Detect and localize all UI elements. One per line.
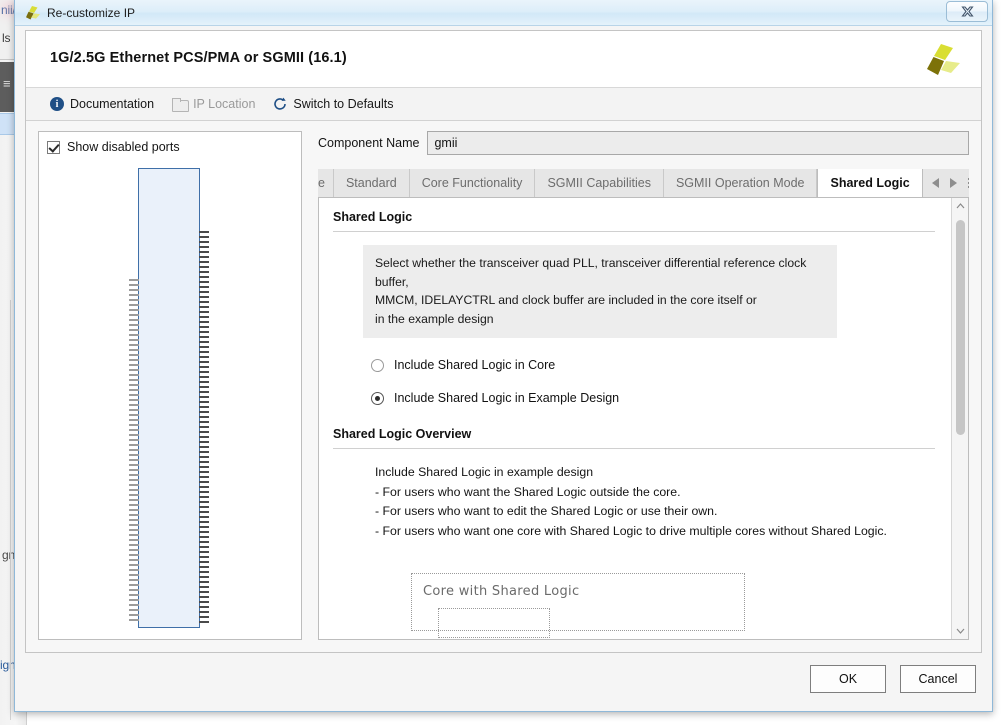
scrollbar-thumb[interactable] bbox=[956, 220, 965, 435]
triangle-right-icon[interactable] bbox=[949, 178, 957, 188]
page-title: 1G/2.5G Ethernet PCS/PMA or SGMII (16.1) bbox=[50, 50, 347, 66]
component-name-row: Component Name bbox=[318, 131, 969, 155]
switch-to-defaults-button[interactable]: Switch to Defaults bbox=[273, 95, 402, 113]
diagram-inner-box bbox=[438, 608, 550, 638]
dialog-title: Re-customize IP bbox=[47, 5, 136, 20]
radio-include-shared-logic-in-example-design[interactable]: Include Shared Logic in Example Design bbox=[371, 391, 935, 405]
triangle-left-icon[interactable] bbox=[931, 178, 939, 188]
ip-config-column: Component Name e Standard Core Functiona… bbox=[316, 131, 969, 640]
overview-section-title: Shared Logic Overview bbox=[333, 427, 472, 441]
dialog-body: 1G/2.5G Ethernet PCS/PMA or SGMII (16.1)… bbox=[25, 30, 982, 653]
ok-button[interactable]: OK bbox=[810, 665, 886, 693]
tab-sgmii-capabilities[interactable]: SGMII Capabilities bbox=[535, 169, 664, 197]
cancel-button[interactable]: Cancel bbox=[900, 665, 976, 693]
overview-line: - For users who want one core with Share… bbox=[375, 523, 887, 538]
content-vertical-scrollbar[interactable] bbox=[951, 198, 968, 639]
section-divider bbox=[333, 231, 935, 232]
description-line: Select whether the transceiver quad PLL,… bbox=[375, 256, 807, 289]
description-line: in the example design bbox=[375, 311, 494, 326]
ip-symbol-block bbox=[129, 168, 209, 628]
tab-shared-logic[interactable]: Shared Logic bbox=[817, 169, 923, 197]
refresh-icon bbox=[273, 97, 287, 111]
section-divider bbox=[333, 448, 935, 449]
documentation-button[interactable]: i Documentation bbox=[50, 95, 163, 113]
background-text-fragment: gn bbox=[2, 548, 15, 562]
config-tab-panel: e Standard Core Functionality SGMII Capa… bbox=[318, 169, 969, 640]
dialog-content: Show disabled ports Component Name e Sta… bbox=[26, 121, 981, 652]
shared-logic-tab-content: Shared Logic Select whether the transcei… bbox=[318, 198, 969, 640]
info-icon: i bbox=[50, 97, 64, 111]
xilinx-logo-icon bbox=[23, 5, 41, 21]
ip-toolbar: i Documentation IP Location Switch to De… bbox=[26, 88, 981, 121]
description-line: MMCM, IDELAYCTRL and clock buffer are in… bbox=[375, 293, 757, 307]
tab-standard[interactable]: Standard bbox=[333, 169, 410, 197]
tab-core-functionality[interactable]: Core Functionality bbox=[409, 169, 536, 197]
shared-logic-scroll-area: Shared Logic Select whether the transcei… bbox=[319, 198, 951, 639]
show-disabled-ports-checkbox[interactable]: Show disabled ports bbox=[47, 140, 180, 154]
overview-line: Include Shared Logic in example design bbox=[375, 465, 594, 479]
dialog-title-bar: Re-customize IP bbox=[15, 0, 992, 26]
radio-icon bbox=[371, 358, 384, 372]
component-name-label: Component Name bbox=[318, 136, 420, 150]
radio-label: Include Shared Logic in Core bbox=[394, 358, 556, 372]
overview-text: Include Shared Logic in example design -… bbox=[375, 463, 935, 541]
overview-line: - For users who want to edit the Shared … bbox=[375, 504, 718, 518]
ip-location-button[interactable]: IP Location bbox=[172, 95, 264, 113]
close-glyph bbox=[960, 6, 974, 17]
radio-icon-selected bbox=[371, 391, 384, 405]
tab-strip: e Standard Core Functionality SGMII Capa… bbox=[318, 169, 969, 198]
shared-logic-options: Include Shared Logic in Core Include Sha… bbox=[371, 358, 935, 405]
xilinx-logo-icon bbox=[923, 43, 961, 77]
shared-logic-diagram: Core with Shared Logic bbox=[411, 573, 935, 638]
tab-navigation bbox=[922, 169, 969, 197]
ip-symbol-panel: Show disabled ports bbox=[38, 131, 302, 640]
background-text-fragment: ls bbox=[2, 31, 11, 45]
diagram-outer-box: Core with Shared Logic bbox=[411, 573, 745, 638]
radio-label: Include Shared Logic in Example Design bbox=[394, 391, 620, 405]
overview-line: - For users who want the Shared Logic ou… bbox=[375, 484, 681, 499]
radio-include-shared-logic-in-core[interactable]: Include Shared Logic in Core bbox=[371, 358, 935, 372]
tab-sgmii-operation-mode[interactable]: SGMII Operation Mode bbox=[663, 169, 818, 197]
background-divider bbox=[10, 300, 11, 720]
close-icon[interactable] bbox=[946, 1, 988, 22]
dialog-footer: OK Cancel bbox=[25, 657, 982, 701]
ip-header: 1G/2.5G Ethernet PCS/PMA or SGMII (16.1) bbox=[26, 31, 981, 88]
ip-location-label: IP Location bbox=[193, 97, 256, 111]
chevron-up-icon[interactable] bbox=[952, 198, 968, 214]
shared-logic-description: Select whether the transceiver quad PLL,… bbox=[363, 245, 837, 338]
chevron-down-icon[interactable] bbox=[952, 623, 968, 639]
show-disabled-ports-label: Show disabled ports bbox=[67, 140, 180, 154]
ip-symbol-right-ports bbox=[199, 169, 209, 627]
ip-symbol-left-ports bbox=[129, 169, 139, 627]
diagram-outer-label: Core with Shared Logic bbox=[423, 584, 580, 599]
documentation-label: Documentation bbox=[70, 97, 155, 111]
checkbox-icon bbox=[47, 140, 60, 154]
switch-to-defaults-label: Switch to Defaults bbox=[293, 97, 394, 111]
hamburger-menu-icon[interactable] bbox=[967, 176, 969, 190]
component-name-input[interactable] bbox=[427, 131, 969, 155]
tab-clipped-left[interactable]: e bbox=[318, 169, 334, 197]
shared-logic-section-title: Shared Logic bbox=[333, 210, 413, 224]
recustomize-ip-dialog: Re-customize IP 1G/2.5G Ethernet PCS/PMA… bbox=[14, 0, 993, 712]
folder-icon bbox=[172, 98, 190, 112]
